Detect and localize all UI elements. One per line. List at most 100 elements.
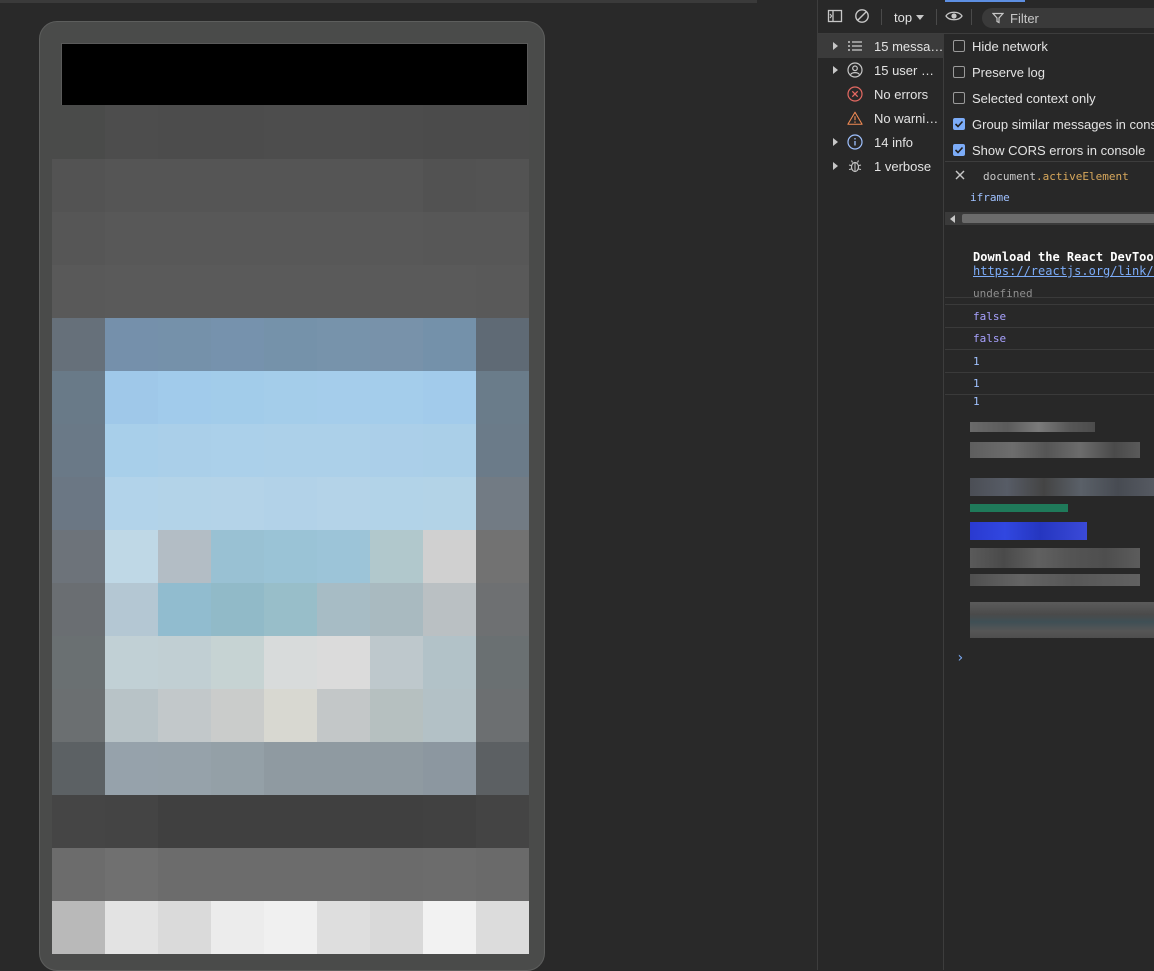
mosaic-block <box>105 689 158 742</box>
sidebar-item-errors[interactable]: No errors <box>818 82 944 106</box>
checkmark-icon <box>954 120 964 128</box>
sidebar-item-warnings[interactable]: No warnings <box>818 106 944 130</box>
mosaic-block <box>370 265 423 318</box>
hide-network-checkbox[interactable] <box>953 40 965 52</box>
mosaic-block <box>423 318 476 371</box>
console-prompt[interactable]: › <box>956 650 964 666</box>
mosaic-block <box>211 265 264 318</box>
selected-context-checkbox[interactable] <box>953 92 965 104</box>
mosaic-block <box>211 212 264 265</box>
error-icon <box>847 86 863 102</box>
mosaic-block <box>105 212 158 265</box>
toggle-sidebar-button[interactable] <box>827 8 843 24</box>
mosaic-block <box>476 318 529 371</box>
scrollbar-thumb[interactable] <box>962 214 1154 223</box>
mosaic-block <box>158 159 211 212</box>
mosaic-block <box>423 371 476 424</box>
group-similar-checkbox[interactable] <box>953 118 965 130</box>
mosaic-block <box>158 477 211 530</box>
mosaic-block <box>423 901 476 954</box>
mosaic-block <box>264 424 317 477</box>
mosaic-block <box>211 371 264 424</box>
show-cors-checkbox[interactable] <box>953 144 965 156</box>
context-selector[interactable]: top <box>894 10 925 25</box>
mosaic-block <box>158 636 211 689</box>
mosaic-block <box>158 530 211 583</box>
mosaic-block <box>476 901 529 954</box>
mosaic-block <box>370 105 423 159</box>
sidebar-item-user-messages[interactable]: 15 user messages <box>818 58 944 82</box>
redacted-line <box>970 548 1140 568</box>
chevron-down-icon <box>916 14 925 20</box>
mosaic-block <box>317 318 370 371</box>
sidebar-item-verbose[interactable]: 1 verbose <box>818 154 944 178</box>
close-icon[interactable] <box>953 168 967 182</box>
mosaic-block <box>52 212 105 265</box>
clear-console-button[interactable] <box>854 8 870 24</box>
preserve-log-checkbox[interactable] <box>953 66 965 78</box>
mosaic-block <box>264 689 317 742</box>
mosaic-block <box>52 901 105 954</box>
sidebar-item-info[interactable]: 14 info <box>818 130 944 154</box>
list-icon <box>847 38 863 54</box>
live-expression-button[interactable] <box>945 8 963 24</box>
expand-triangle-icon[interactable] <box>833 138 838 146</box>
mosaic-block <box>476 477 529 530</box>
mosaic-block <box>370 583 423 636</box>
mosaic-block <box>105 742 158 795</box>
mosaic-block <box>211 901 264 954</box>
hide-network-option[interactable]: Hide network <box>953 36 1048 56</box>
show-cors-option[interactable]: Show CORS errors in console <box>953 140 1145 160</box>
sidebar-item-label: No warnings <box>874 110 944 126</box>
hide-network-label: Hide network <box>972 38 1048 54</box>
group-similar-option[interactable]: Group similar messages in console <box>953 114 1154 134</box>
mosaic-block <box>317 530 370 583</box>
mosaic-block <box>423 265 476 318</box>
expand-triangle-icon[interactable] <box>833 162 838 170</box>
mosaic-block <box>105 530 158 583</box>
mosaic-block <box>423 636 476 689</box>
expand-triangle-icon[interactable] <box>833 42 838 50</box>
mosaic-block <box>211 636 264 689</box>
mosaic-block <box>317 742 370 795</box>
mosaic-block <box>264 742 317 795</box>
mosaic-block <box>52 742 105 795</box>
selected-context-option[interactable]: Selected context only <box>953 88 1096 108</box>
sidebar-item-label: 1 verbose <box>874 158 932 174</box>
mosaic-block <box>105 848 158 901</box>
mosaic-block <box>476 265 529 318</box>
context-label: top <box>894 10 913 25</box>
console-message: 1 <box>973 395 980 407</box>
mosaic-block <box>52 265 105 318</box>
mosaic-block <box>52 424 105 477</box>
mosaic-block <box>317 901 370 954</box>
mosaic-block <box>370 424 423 477</box>
mosaic-block <box>52 105 105 159</box>
filter-input[interactable]: Filter <box>982 8 1154 28</box>
mosaic-block <box>211 424 264 477</box>
react-devtools-message: Download the React DevTools <box>973 250 1154 264</box>
expand-triangle-icon[interactable] <box>833 66 838 74</box>
mosaic-block <box>370 477 423 530</box>
mosaic-block <box>423 212 476 265</box>
mosaic-block <box>105 477 158 530</box>
console-toolbar: top Filter <box>818 0 1154 34</box>
mosaic-block <box>52 530 105 583</box>
mosaic-block <box>105 159 158 212</box>
toolbar-divider <box>881 9 882 25</box>
user-icon <box>847 62 863 78</box>
sidebar-toggle-icon <box>827 9 843 23</box>
mosaic-block <box>317 159 370 212</box>
preserve-log-option[interactable]: Preserve log <box>953 62 1045 82</box>
mosaic-block <box>158 105 211 159</box>
mosaic-block <box>264 901 317 954</box>
scroll-left-arrow-icon[interactable] <box>950 215 955 223</box>
mosaic-block <box>264 477 317 530</box>
sidebar-item-messages[interactable]: 15 messages <box>818 34 944 58</box>
horizontal-scrollbar[interactable] <box>945 212 1154 225</box>
react-devtools-link[interactable]: https://reactjs.org/link/react-devtools <box>973 264 1154 278</box>
live-expression-value: iframe <box>970 191 1010 204</box>
live-expression-text[interactable]: document.activeElement <box>983 170 1129 183</box>
mosaic-block <box>211 318 264 371</box>
mosaic-block <box>264 318 317 371</box>
